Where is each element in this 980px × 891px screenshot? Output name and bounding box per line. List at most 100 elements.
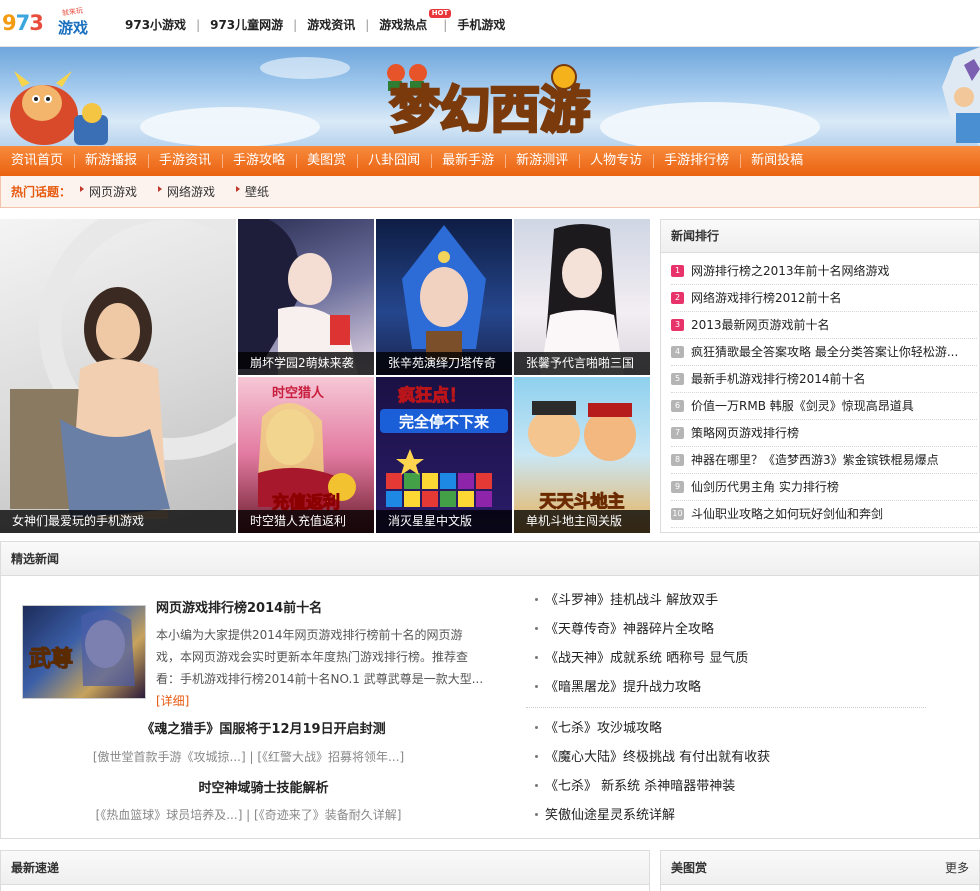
sub-news-links[interactable]: [傲世堂首款手游《攻城掠...] | [《红警大战》招募将领年...]	[1, 748, 496, 765]
hot-topic-link[interactable]: 网络游戏	[157, 183, 215, 200]
nav-item-mobile-news[interactable]: 手游资讯	[148, 146, 222, 176]
news-link[interactable]: 《战天神》成就系统 晒称号 显气质	[533, 644, 953, 673]
selected-news-panel: 精选新闻 武尊 网页游戏排行榜2014前十名 本小编为大家提供2014年网页游戏…	[0, 541, 980, 839]
featured-news-desc: 本小编为大家提供2014年网页游戏排行榜前十名的网页游戏，本网页游戏会实时更新本…	[156, 624, 486, 712]
nav-item-reviews[interactable]: 新游测评	[505, 146, 579, 176]
featured-tile[interactable]: 疯狂点！ 完全停不下来 消灭星星中文版	[376, 377, 512, 533]
main-nav: 资讯首页 新游播报 手游资讯 手游攻略 美图赏 八卦囧闻 最新手游 新游测评 人…	[0, 146, 980, 176]
top-nav-item[interactable]: 973小游戏	[115, 16, 196, 33]
featured-news-title[interactable]: 网页游戏排行榜2014前十名	[156, 597, 322, 616]
cloud-decoration	[260, 57, 350, 79]
nav-item-interviews[interactable]: 人物专访	[579, 146, 653, 176]
site-logo[interactable]: 973 就来玩 游戏	[2, 7, 94, 41]
ranking-item[interactable]: 4 疯狂猜歌最全答案攻略 最全分类答案让你轻松游...	[671, 339, 977, 366]
nav-item-home[interactable]: 资讯首页	[0, 146, 74, 176]
svg-text:疯狂点！: 疯狂点！	[398, 385, 466, 406]
news-link[interactable]: 《魔心大陆》终极挑战 有付出就有收获	[533, 743, 953, 772]
ranking-link[interactable]: 神器在哪里？《造梦西游3》紫金镔铁棍易爆点	[691, 447, 939, 473]
featured-tile[interactable]: 崩坏学园2萌妹来袭	[238, 219, 374, 375]
ranking-link[interactable]: 2013最新网页游戏前十名	[691, 312, 830, 338]
nav-item-mobile-guides[interactable]: 手游攻略	[222, 146, 296, 176]
ranking-item[interactable]: 5 最新手机游戏排行榜2014前十名	[671, 366, 977, 393]
cloud-decoration	[140, 107, 320, 146]
ranking-item[interactable]: 10 斗仙职业攻略之如何玩好剑仙和奔剑	[671, 501, 977, 528]
banner[interactable]: 梦幻西游	[0, 47, 980, 146]
featured-tile[interactable]: 张辛苑演绎刀塔传奇	[376, 219, 512, 375]
top-nav-item[interactable]: 973儿童网游	[200, 16, 293, 33]
svg-text:武尊: 武尊	[29, 646, 73, 672]
sub-news-title[interactable]: 时空神域骑士技能解析	[1, 777, 526, 796]
gallery-title: 美图赏	[661, 851, 979, 885]
ranking-link[interactable]: 最新手机游戏排行榜2014前十名	[691, 366, 866, 392]
featured-tile[interactable]: 张馨予代言啪啪三国	[514, 219, 650, 375]
rank-number: 1	[671, 265, 684, 277]
ranking-item[interactable]: 8 神器在哪里？《造梦西游3》紫金镔铁棍易爆点	[671, 447, 977, 474]
tile-caption: 单机斗地主闯关版	[514, 510, 650, 533]
rank-number: 5	[671, 373, 684, 385]
ranking-item[interactable]: 6 价值一万RMB 韩服《剑灵》惊现高昂道具	[671, 393, 977, 420]
logo-name: 游戏	[58, 19, 89, 37]
news-ranking-title: 新闻排行	[661, 220, 979, 253]
news-link[interactable]: 《七杀》 新系统 杀神暗器带神装	[533, 772, 953, 801]
ranking-link[interactable]: 网游排行榜之2013年前十名网络游戏	[691, 258, 890, 284]
ranking-item[interactable]: 2 网络游戏排行榜2012前十名	[671, 285, 977, 312]
banner-title-art: 梦幻西游	[387, 64, 592, 141]
rank-number: 3	[671, 319, 684, 331]
nav-item-submit[interactable]: 新闻投稿	[740, 146, 814, 176]
svg-text:天天斗地主: 天天斗地主	[540, 491, 625, 512]
latest-news-title: 最新速递	[1, 851, 649, 885]
top-nav-item[interactable]: 游戏资讯	[297, 16, 365, 33]
rank-number: 2	[671, 292, 684, 304]
banner-character-left	[10, 71, 108, 145]
featured-news-art: 武尊	[28, 609, 135, 686]
gallery-more-link[interactable]: 更多	[945, 851, 969, 885]
tile-caption: 消灭星星中文版	[376, 510, 512, 533]
gallery-panel: 美图赏 更多	[660, 850, 980, 891]
top-nav-item-hot[interactable]: 游戏热点 HOT	[369, 9, 452, 33]
top-nav-item[interactable]: 手机游戏	[447, 16, 515, 33]
tile-image	[10, 219, 236, 519]
ranking-item[interactable]: 7 策略网页游戏排行榜	[671, 420, 977, 447]
nav-item-gallery[interactable]: 美图赏	[296, 146, 357, 176]
featured-tile[interactable]: 天天斗地主 单机斗地主闯关版	[514, 377, 650, 533]
news-ranking-panel: 新闻排行 1 网游排行榜之2013年前十名网络游戏 2 网络游戏排行榜2012前十名…	[660, 219, 980, 533]
news-link[interactable]: 笑傲仙途星灵系统详解	[533, 801, 953, 830]
svg-text:完全停不下来: 完全停不下来	[399, 413, 490, 431]
rank-number: 7	[671, 427, 684, 439]
ranking-link[interactable]: 策略网页游戏排行榜	[691, 420, 799, 446]
featured-news-desc-text: 本小编为大家提供2014年网页游戏排行榜前十名的网页游戏，本网页游戏会实时更新本…	[156, 628, 484, 686]
rank-number: 8	[671, 454, 684, 466]
tile-caption: 张辛苑演绎刀塔传奇	[376, 352, 512, 375]
ranking-link[interactable]: 仙剑历代男主角 实力排行榜	[691, 474, 839, 500]
ranking-item[interactable]: 9 仙剑历代男主角 实力排行榜	[671, 474, 977, 501]
ranking-link[interactable]: 斗仙职业攻略之如何玩好剑仙和奔剑	[691, 501, 883, 527]
ranking-link[interactable]: 网络游戏排行榜2012前十名	[691, 285, 842, 311]
top-nav: 973小游戏 | 973儿童网游 | 游戏资讯 | 游戏热点 HOT | 手机游戏	[115, 9, 515, 33]
nav-item-new-games[interactable]: 新游播报	[74, 146, 148, 176]
top-bar: 973 就来玩 游戏 973小游戏 | 973儿童网游 | 游戏资讯 | 游戏热…	[0, 0, 980, 47]
ranking-item[interactable]: 3 2013最新网页游戏前十名	[671, 312, 977, 339]
featured-tile-large[interactable]: 女神们最爱玩的手机游戏	[0, 219, 236, 533]
ranking-item[interactable]: 1 网游排行榜之2013年前十名网络游戏	[671, 258, 977, 285]
latest-news-panel: 最新速递	[0, 850, 650, 891]
nav-item-rankings[interactable]: 手游排行榜	[653, 146, 740, 176]
sub-news-links[interactable]: [《热血篮球》球员培养及...] | [《奇迹来了》装备耐久详解]	[1, 806, 496, 823]
news-link[interactable]: 《斗罗神》挂机战斗 解放双手	[533, 586, 953, 615]
logo-digits: 973	[2, 11, 44, 35]
sub-news-title[interactable]: 《魂之猎手》国服将于12月19日开启封测	[1, 718, 526, 737]
list-divider	[526, 707, 926, 708]
featured-news-image[interactable]: 武尊	[22, 605, 146, 699]
hot-topic-link[interactable]: 壁纸	[235, 183, 269, 200]
hot-topic-link[interactable]: 网页游戏	[79, 183, 137, 200]
news-link[interactable]: 《天尊传奇》神器碎片全攻略	[533, 615, 953, 644]
rank-number: 9	[671, 481, 684, 493]
featured-tile[interactable]: 时空猎人 充值返利 时空猎人充值返利	[238, 377, 374, 533]
nav-item-gossip[interactable]: 八卦囧闻	[357, 146, 431, 176]
selected-news-list-2: 《七杀》攻沙城攻略 《魔心大陆》终极挑战 有付出就有收获 《七杀》 新系统 杀神…	[533, 714, 953, 830]
ranking-link[interactable]: 价值一万RMB 韩服《剑灵》惊现高昂道具	[691, 393, 914, 419]
news-link[interactable]: 《七杀》攻沙城攻略	[533, 714, 953, 743]
ranking-link[interactable]: 疯狂猜歌最全答案攻略 最全分类答案让你轻松游...	[691, 339, 958, 365]
featured-news-more-link[interactable]: [详细]	[156, 694, 189, 708]
nav-item-latest-mobile[interactable]: 最新手游	[431, 146, 505, 176]
news-link[interactable]: 《暗黑屠龙》提升战力攻略	[533, 673, 953, 702]
